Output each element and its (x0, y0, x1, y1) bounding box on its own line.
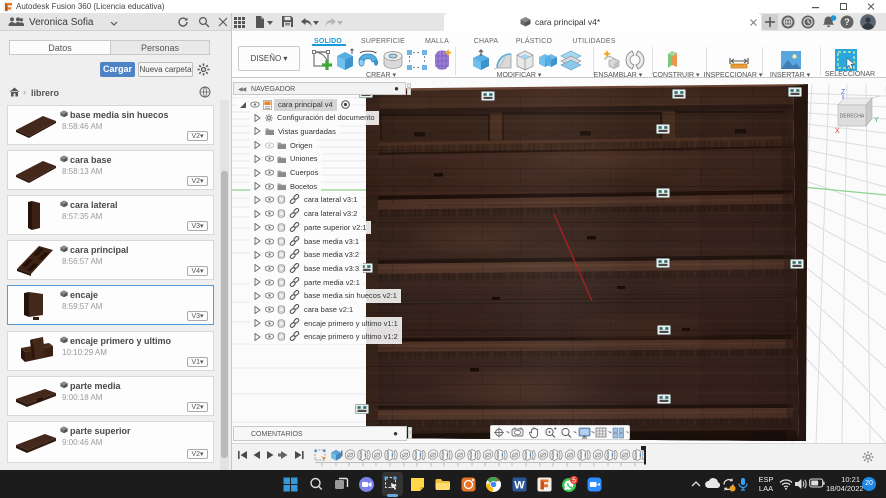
svg-text:?: ? (844, 17, 850, 27)
svg-text:DERECHA: DERECHA (840, 114, 865, 120)
svg-text:5: 5 (572, 478, 576, 485)
svg-text:X: X (835, 128, 840, 134)
svg-text:W: W (514, 480, 525, 492)
svg-text:Z: Z (841, 89, 846, 96)
svg-text:Y: Y (874, 117, 879, 124)
